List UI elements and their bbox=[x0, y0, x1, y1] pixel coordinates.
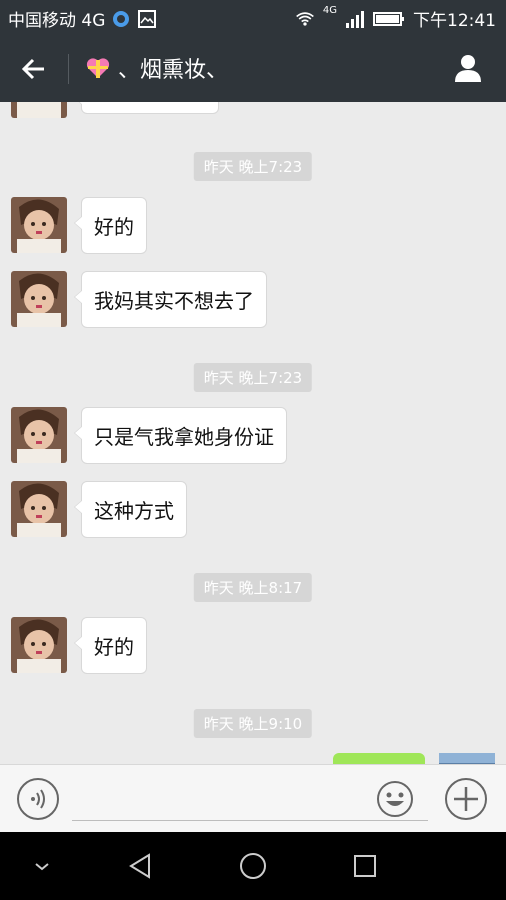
message-bubble[interactable]: 只是气我拿她身份证 bbox=[74, 407, 287, 464]
timestamp: 昨天 晚上8:17 bbox=[193, 573, 313, 602]
message-bubble[interactable]: 我妈其实不想去了 bbox=[74, 271, 267, 328]
plus-icon[interactable] bbox=[444, 777, 488, 821]
timestamp: 昨天 晚上7:23 bbox=[193, 363, 313, 392]
timestamp: 昨天 晚上9:10 bbox=[193, 709, 313, 738]
contact-avatar[interactable] bbox=[11, 407, 67, 463]
my-avatar[interactable] bbox=[439, 753, 495, 764]
status-bar: 中国移动 4G 4G 下午12:41 bbox=[0, 0, 506, 34]
message-input[interactable] bbox=[72, 820, 428, 821]
contact-avatar[interactable] bbox=[11, 271, 67, 327]
emoji-icon[interactable] bbox=[376, 780, 414, 818]
contact-avatar[interactable] bbox=[11, 102, 67, 118]
header-divider bbox=[68, 54, 69, 84]
chat-title-text: 、烟熏妆、 bbox=[118, 58, 229, 83]
system-nav-bar bbox=[0, 832, 506, 900]
message-bubble[interactable]: 好的 bbox=[74, 617, 147, 674]
contact-avatar[interactable] bbox=[11, 617, 67, 673]
message-bubble[interactable]: 好的 bbox=[74, 197, 147, 254]
gallery-icon bbox=[138, 9, 157, 28]
message-list[interactable]: 昨天 晚上7:23 好的 我妈其实不想去了 昨天 晚上7:23 只是气我拿她身份… bbox=[0, 102, 506, 764]
home-circle-icon[interactable] bbox=[237, 850, 269, 882]
chat-title: 、烟熏妆、 bbox=[84, 52, 228, 84]
contact-avatar[interactable] bbox=[11, 481, 67, 537]
carrier-label: 中国移动 4G bbox=[8, 11, 106, 31]
browser-icon bbox=[113, 10, 130, 27]
message-bubble[interactable]: 这种方式 bbox=[74, 481, 187, 538]
contact-avatar[interactable] bbox=[11, 197, 67, 253]
chat-header: 、烟熏妆、 bbox=[0, 34, 506, 102]
profile-icon[interactable] bbox=[452, 52, 484, 84]
message-bubble[interactable] bbox=[74, 102, 219, 114]
voice-input-icon[interactable] bbox=[16, 777, 60, 821]
network-badge: 4G bbox=[322, 5, 337, 16]
back-arrow-icon[interactable] bbox=[18, 53, 50, 85]
recent-apps-icon[interactable] bbox=[349, 850, 381, 882]
back-triangle-icon[interactable] bbox=[125, 850, 157, 882]
battery-icon bbox=[373, 11, 404, 26]
heart-gift-icon bbox=[86, 58, 110, 78]
timestamp: 昨天 晚上7:23 bbox=[193, 152, 313, 181]
chevron-down-icon[interactable] bbox=[26, 850, 58, 882]
clock: 下午12:41 bbox=[413, 11, 496, 31]
wifi-icon bbox=[296, 11, 314, 26]
input-bar bbox=[0, 764, 506, 833]
sent-message-bubble[interactable] bbox=[333, 753, 425, 764]
signal-icon bbox=[346, 10, 364, 28]
